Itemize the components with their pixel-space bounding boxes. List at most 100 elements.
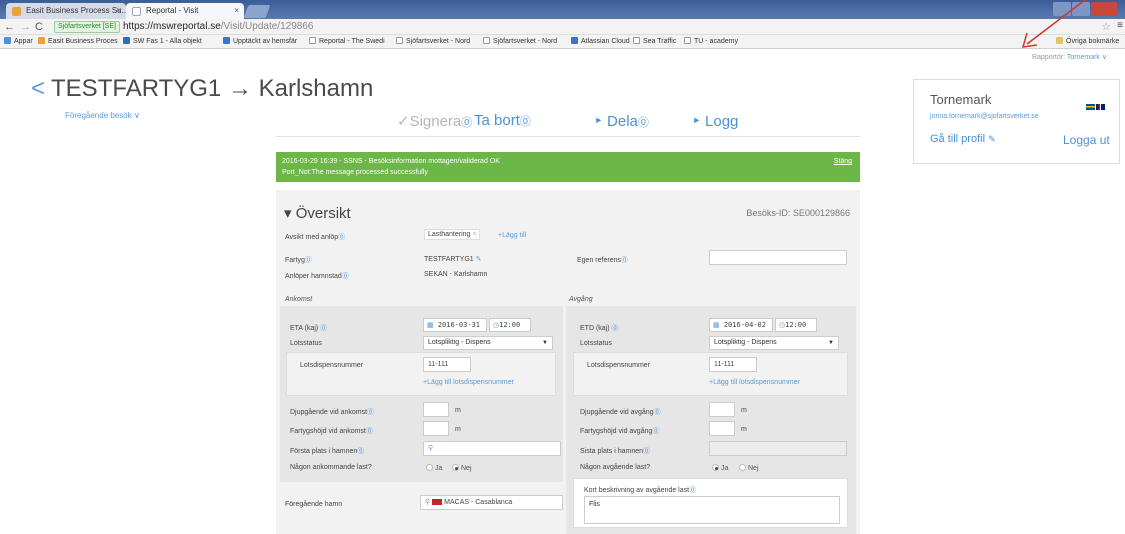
browser-tab-reportal[interactable]: Reportal - Visit × [126, 3, 244, 19]
arrival-cargo-yes-radio[interactable]: Ja [426, 464, 442, 472]
share-button[interactable]: ‣ Dela⓪ [594, 112, 649, 130]
bookmark-item[interactable]: Sjöfartsverket - Nord [396, 35, 470, 48]
cargo-description-label: Kort beskrivning av avgående last⓪ [584, 487, 697, 494]
draught-arrival-input[interactable] [423, 402, 449, 417]
page-favicon-icon [132, 7, 141, 16]
arrival-heading: Ankomst [285, 296, 313, 303]
bookmark-item[interactable]: SW Fas 1 - Alla objekt [123, 35, 202, 48]
url-host: https://mswreportal.se [122, 21, 221, 32]
unit-label: m [741, 426, 747, 433]
help-icon: ⓪ [461, 117, 473, 129]
dispensation-input[interactable]: 11-111 [709, 357, 757, 372]
pilot-status-select[interactable]: Lotspliktig - Dispens ▼ [709, 336, 839, 350]
add-dispensation-link[interactable]: +Lägg till lotsdispensnummer [423, 379, 514, 386]
eta-label: ETA (kaj) ⓪ [290, 325, 328, 332]
height-arrival-label: Fartygshöjd vid ankomst⓪ [290, 428, 373, 435]
page-title: < TESTFARTYG1 → Karlshamn [31, 75, 373, 103]
own-reference-input[interactable] [709, 250, 847, 265]
logout-link[interactable]: Logga ut [1063, 133, 1110, 147]
success-message: 2016-03-29 16:39 - SSNS - Besöksinformat… [276, 152, 860, 182]
back-arrow-icon[interactable]: ← [4, 20, 15, 34]
departure-cargo-yes-radio[interactable]: Ja [712, 464, 728, 472]
bookmark-item[interactable]: TU - academy [684, 35, 738, 48]
secure-badge: Sjöfartsverket [SE] [54, 21, 120, 33]
ship-value: TESTFARTYG1 ✎ [424, 256, 482, 263]
previous-port-input[interactable]: ⚲ MACAS - Casablanca [420, 495, 563, 510]
bookmark-item[interactable]: Sjöfartsverket - Nord [483, 35, 557, 48]
profile-name: Tornemark [930, 92, 992, 107]
page-icon [309, 37, 316, 44]
departure-heading: Avgång [569, 296, 593, 303]
page-icon [396, 37, 403, 44]
language-flags-icon[interactable] [1086, 97, 1106, 110]
url-path: /Visit/Update/129866 [220, 21, 314, 32]
pilot-status-select[interactable]: Lotspliktig - Dispens ▼ [423, 336, 553, 350]
page-icon [684, 37, 691, 44]
dispensation-input[interactable]: 11-111 [423, 357, 471, 372]
etd-label: ETD (kaj) ⓪ [580, 325, 619, 332]
bookmark-item[interactable]: Upptäckt av hemsfär [223, 35, 297, 48]
page-title-text: TESTFARTYG1 → Karlshamn [51, 75, 374, 102]
close-message-link[interactable]: Stäng [834, 156, 852, 167]
reporter-menu[interactable]: Rapportör: Tornemark ∨ [1032, 53, 1107, 61]
bookmark-item[interactable]: Appar [4, 35, 33, 48]
bookmark-item[interactable]: Atlassian Cloud [571, 35, 630, 48]
first-place-input[interactable]: ⚲ [423, 441, 561, 456]
bookmark-item[interactable]: Reportal - The Swedi [309, 35, 385, 48]
etd-time-input[interactable]: ◷12:00 [775, 318, 817, 332]
annotation-arrow [1021, 0, 1086, 48]
add-dispensation-link[interactable]: +Lägg till lotsdispensnummer [709, 379, 800, 386]
dispensation-label: Lotsdispensnummer [300, 362, 364, 369]
help-icon: ⓪ [637, 117, 649, 129]
browser-tab-bar: Easit Business Process Su... × Reportal … [0, 0, 1125, 19]
reporter-name[interactable]: Tornemark ∨ [1067, 54, 1107, 61]
url-field[interactable]: Sjöfartsverket [SE] https://mswreportal.s… [54, 20, 313, 34]
close-tab-icon[interactable]: × [234, 3, 239, 19]
bookmark-item[interactable]: Easit Business Proces [38, 35, 118, 48]
log-button[interactable]: ‣ Logg [692, 112, 738, 130]
delete-button[interactable]: Ta bort⓪ [474, 112, 531, 129]
divider [276, 136, 860, 137]
add-purpose-link[interactable]: +Lägg till [498, 232, 526, 239]
departure-cargo-no-radio[interactable]: Nej [739, 464, 759, 472]
eta-time-input[interactable]: ◷12:00 [489, 318, 531, 332]
arrival-cargo-no-radio[interactable]: Nej [452, 464, 472, 472]
height-arrival-input[interactable] [423, 421, 449, 436]
go-to-profile-link[interactable]: Gå till profil ✎ [930, 133, 996, 145]
calendar-icon: ▦ [713, 322, 720, 329]
dispensation-label: Lotsdispensnummer [587, 362, 651, 369]
dashboard-icon [223, 37, 230, 44]
dispensation-box [286, 352, 556, 396]
sign-button[interactable]: ✓Signera⓪ [397, 112, 472, 130]
own-reference-label: Egen referens⓪ [577, 257, 628, 264]
page-icon [633, 37, 640, 44]
section-title[interactable]: ▾ Översikt [284, 204, 351, 222]
bookmark-item[interactable]: Sea Traffic [633, 35, 676, 48]
new-tab-button[interactable] [243, 5, 271, 18]
remove-tag-icon[interactable]: × [472, 231, 476, 238]
back-chevron-icon[interactable]: < [31, 75, 45, 102]
visit-id: Besöks-ID: SE000129866 [746, 208, 850, 218]
page-icon [483, 37, 490, 44]
cargo-description-textarea[interactable]: Flis [584, 496, 840, 524]
last-place-input [709, 441, 847, 456]
draught-departure-input[interactable] [709, 402, 735, 417]
edit-icon[interactable]: ✎ [476, 256, 482, 263]
first-place-label: Första plats i hamnen⓪ [290, 448, 365, 455]
last-place-label: Sista plats i hamnen⓪ [580, 448, 651, 455]
height-departure-input[interactable] [709, 421, 735, 436]
eta-date-input[interactable]: ▦ 2016-03-31 [423, 318, 487, 332]
browser-tab-easit[interactable]: Easit Business Process Su... × [6, 3, 126, 19]
overview-panel: ▾ Översikt Besöks-ID: SE000129866 Avsikt… [276, 190, 860, 534]
purpose-tag: Lasthantering × [424, 229, 481, 240]
pilot-status-label: Lotsstatus [290, 340, 322, 347]
close-tab-icon[interactable]: × [116, 3, 121, 19]
port-label: Anlöper hamnstad⓪ [285, 273, 349, 280]
morocco-flag-icon [432, 499, 443, 505]
unit-label: m [455, 407, 461, 414]
port-value: SEKAN - Karlshamn [424, 271, 488, 278]
etd-date-input[interactable]: ▦ 2016-04-02 [709, 318, 773, 332]
forward-arrow-icon[interactable]: → [20, 20, 31, 34]
reload-icon[interactable]: C [35, 20, 43, 34]
unit-label: m [741, 407, 747, 414]
